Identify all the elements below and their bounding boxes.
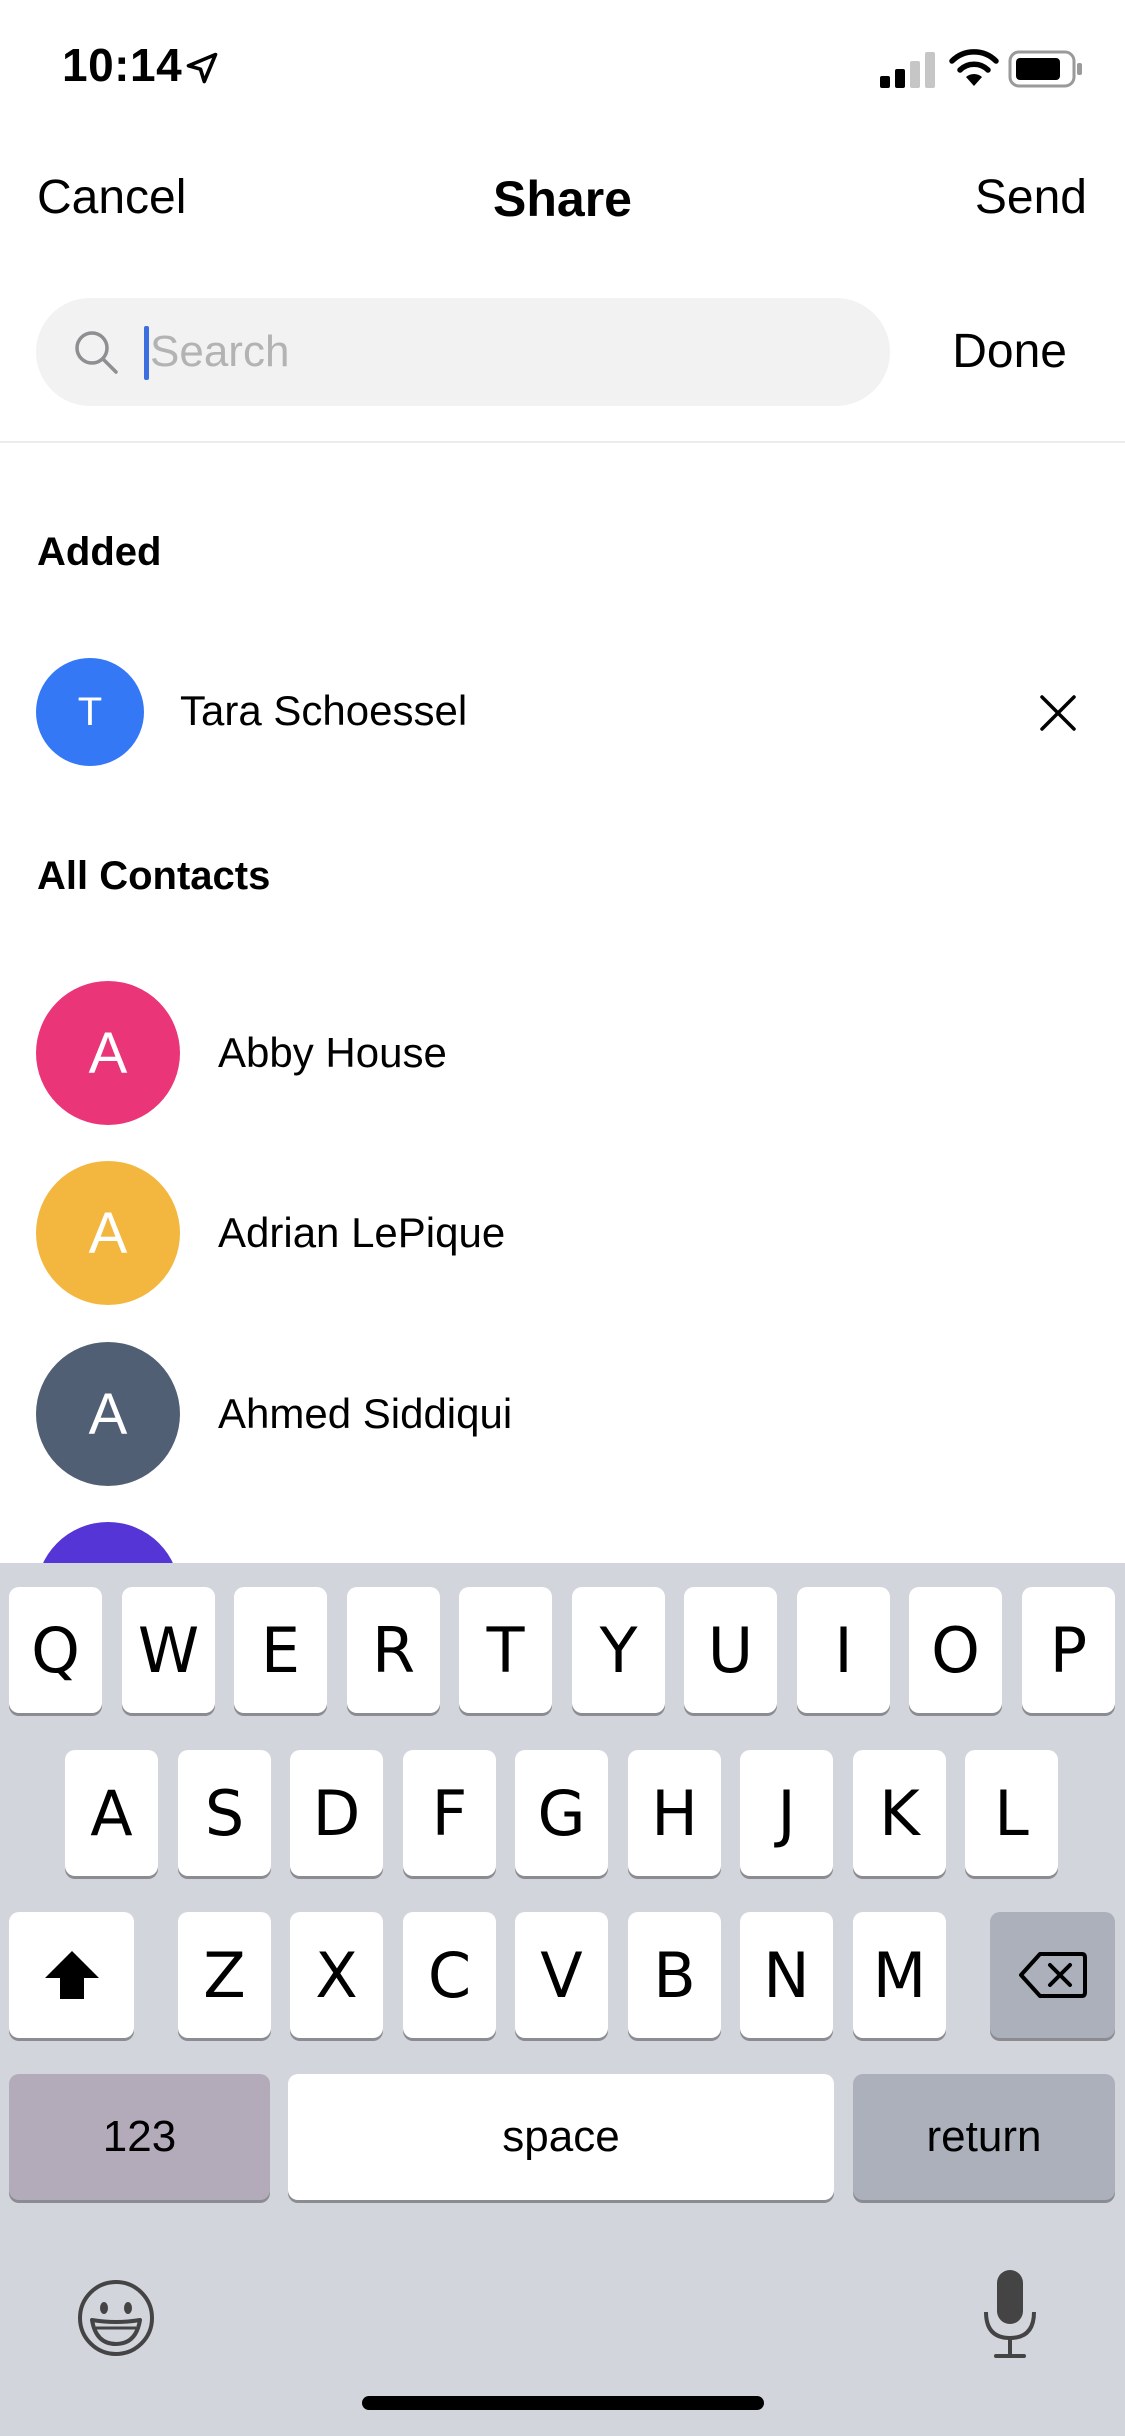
key-c[interactable]: C	[403, 1912, 496, 2038]
key-j[interactable]: J	[740, 1750, 833, 1876]
emoji-icon[interactable]	[76, 2278, 156, 2358]
divider	[0, 441, 1125, 443]
avatar: A	[36, 1161, 180, 1305]
avatar: A	[36, 1342, 180, 1486]
space-key[interactable]: space	[288, 2074, 834, 2200]
numbers-key[interactable]: 123	[9, 2074, 270, 2200]
send-button[interactable]: Send	[975, 170, 1087, 225]
key-b[interactable]: B	[628, 1912, 721, 2038]
wifi-icon	[949, 49, 999, 86]
search-icon	[75, 331, 118, 374]
key-a[interactable]: A	[65, 1750, 158, 1876]
contact-name: Tara Schoessel	[180, 687, 468, 734]
added-contact-row[interactable]: T Tara Schoessel	[0, 655, 1125, 770]
key-o[interactable]: O	[909, 1587, 1002, 1713]
location-arrow-icon	[186, 52, 218, 84]
battery-icon	[1008, 50, 1082, 88]
contact-name: Adrian LePique	[218, 1209, 506, 1256]
key-m[interactable]: M	[853, 1912, 946, 2038]
key-h[interactable]: H	[628, 1750, 721, 1876]
key-q[interactable]: Q	[9, 1587, 102, 1713]
key-u[interactable]: U	[684, 1587, 777, 1713]
contact-row[interactable]: A Abby House	[0, 981, 1125, 1125]
avatar: T	[36, 658, 144, 766]
contact-row[interactable]: A Ahmed Siddiqui	[0, 1342, 1125, 1486]
key-p[interactable]: P	[1022, 1587, 1115, 1713]
delete-key[interactable]	[990, 1912, 1115, 2038]
contact-name: Ahmed Siddiqui	[218, 1390, 513, 1437]
key-l[interactable]: L	[965, 1750, 1058, 1876]
contact-row[interactable]: A Adrian LePique	[0, 1161, 1125, 1305]
key-w[interactable]: W	[122, 1587, 215, 1713]
shift-icon	[44, 1951, 99, 1999]
key-v[interactable]: V	[515, 1912, 608, 2038]
search-input[interactable]	[150, 298, 850, 406]
status-bar: 10:14	[0, 0, 1125, 135]
key-n[interactable]: N	[740, 1912, 833, 2038]
key-k[interactable]: K	[853, 1750, 946, 1876]
status-time: 10:14	[62, 39, 183, 91]
key-e[interactable]: E	[234, 1587, 327, 1713]
backspace-icon	[1018, 1952, 1087, 1998]
key-y[interactable]: Y	[572, 1587, 665, 1713]
key-r[interactable]: R	[347, 1587, 440, 1713]
done-button[interactable]: Done	[952, 324, 1067, 379]
contact-name: Abby House	[218, 1029, 447, 1076]
section-title-added: Added	[37, 530, 162, 574]
shift-key[interactable]	[9, 1912, 134, 2038]
text-cursor	[144, 326, 149, 380]
cancel-button[interactable]: Cancel	[37, 170, 186, 225]
key-s[interactable]: S	[178, 1750, 271, 1876]
microphone-icon[interactable]	[980, 2268, 1040, 2360]
search-field[interactable]	[36, 298, 890, 406]
home-indicator	[362, 2396, 764, 2410]
key-t[interactable]: T	[459, 1587, 552, 1713]
key-d[interactable]: D	[290, 1750, 383, 1876]
avatar: A	[36, 981, 180, 1125]
close-icon[interactable]	[1038, 693, 1078, 733]
key-i[interactable]: I	[797, 1587, 890, 1713]
cellular-signal-icon	[880, 52, 935, 88]
key-g[interactable]: G	[515, 1750, 608, 1876]
key-x[interactable]: X	[290, 1912, 383, 2038]
section-title-all-contacts: All Contacts	[37, 854, 271, 898]
keyboard: Q W E R T Y U I O P A S D F G H J K L Z …	[0, 1563, 1125, 2436]
key-z[interactable]: Z	[178, 1912, 271, 2038]
key-f[interactable]: F	[403, 1750, 496, 1876]
return-key[interactable]: return	[853, 2074, 1115, 2200]
